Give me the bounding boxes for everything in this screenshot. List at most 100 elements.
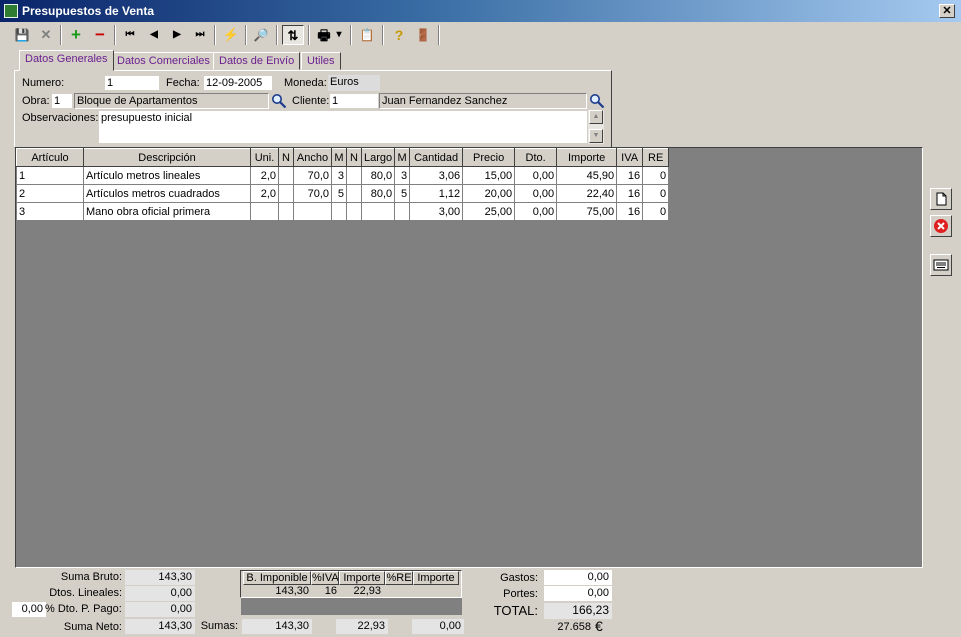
table-row[interactable]: 2 Artículos metros cuadrados 2,0 70,0 5 80,0 5… [16,184,670,203]
cliente-search-icon[interactable] [589,93,605,109]
numero-field[interactable]: 1 [104,75,160,91]
save-icon[interactable]: 💾 [11,25,33,45]
table-cell[interactable] [346,202,362,221]
table-cell[interactable]: 2 [16,184,84,203]
table-cell[interactable]: 15,00 [462,166,516,185]
tab-datos-comerciales[interactable]: Datos Comerciales [111,52,216,70]
table-cell[interactable]: 20,00 [462,184,516,203]
table-cell[interactable]: 3 [16,202,84,221]
table-cell[interactable]: Artículos metros cuadrados [83,184,251,203]
help-icon[interactable]: ? [388,25,410,45]
tab-utiles[interactable]: Utiles [301,52,341,70]
first-record-icon[interactable]: ⏮ [119,25,141,45]
table-cell[interactable]: 1 [16,166,84,185]
table-cell[interactable]: 16 [616,184,644,203]
table-cell[interactable]: 0 [642,166,670,185]
table-cell[interactable]: 80,0 [360,166,396,185]
delete-button[interactable] [930,215,952,237]
column-header[interactable]: N [346,148,362,167]
table-cell[interactable] [346,166,362,185]
table-cell[interactable]: 0,00 [514,202,558,221]
table-cell[interactable] [293,202,332,221]
column-header[interactable]: RE [642,148,670,167]
table-cell[interactable]: 2,0 [250,166,279,185]
observaciones-scrollbar[interactable]: ▲ ▼ [588,110,604,144]
table-cell[interactable]: 22,40 [556,184,618,203]
table-cell[interactable]: 25,00 [462,202,516,221]
table-cell[interactable] [278,166,294,185]
table-cell[interactable]: 0 [642,184,670,203]
table-cell[interactable]: 0 [642,202,670,221]
table-row[interactable]: 3 Mano obra oficial primera 3,00 25,00 0,00 7… [16,202,670,221]
table-cell[interactable] [346,184,362,203]
table-cell[interactable]: 1,12 [409,184,464,203]
column-header[interactable]: Descripción [83,148,251,167]
column-header[interactable]: N [278,148,294,167]
table-cell[interactable]: 3,06 [409,166,464,185]
column-header[interactable]: M [394,148,411,167]
table-row[interactable]: 1 Artículo metros lineales 2,0 70,0 3 80,0 3 3,… [16,166,670,185]
table-cell[interactable]: 3 [394,166,411,185]
scroll-up-icon[interactable]: ▲ [589,110,603,124]
column-header[interactable]: Cantidad [409,148,464,167]
table-cell[interactable]: 70,0 [293,184,332,203]
table-cell[interactable]: 80,0 [360,184,396,203]
column-header[interactable]: Precio [462,148,516,167]
scroll-down-icon[interactable]: ▼ [589,129,603,143]
table-cell[interactable] [250,202,279,221]
table-cell[interactable]: 75,00 [556,202,618,221]
column-header[interactable]: Largo [360,148,396,167]
gastos-field[interactable]: 0,00 [544,570,612,585]
copy-icon[interactable]: 📋 [356,25,378,45]
table-cell[interactable] [394,202,411,221]
table-cell[interactable]: 3 [331,166,347,185]
print-menu-chevron-down-icon[interactable]: ▾ [333,25,345,45]
table-cell[interactable]: 0,00 [514,166,558,185]
moneda-field[interactable]: Euros [328,75,380,91]
table-cell[interactable] [360,202,396,221]
next-record-icon[interactable]: ▶ [166,25,188,45]
column-header[interactable]: M [331,148,347,167]
keyboard-button[interactable] [930,254,952,276]
binoculars-icon[interactable]: 🔎 [250,25,272,45]
tab-datos-generales[interactable]: Datos Generales [19,50,114,71]
obra-code-field[interactable]: 1 [51,93,73,109]
table-cell[interactable] [331,202,347,221]
table-cell[interactable]: 2,0 [250,184,279,203]
obra-search-icon[interactable] [271,93,287,109]
observaciones-textarea[interactable]: presupuesto inicial [98,110,588,144]
add-icon[interactable]: + [65,25,87,45]
lightning-icon[interactable]: ⚡ [220,25,242,45]
obra-name-field[interactable]: Bloque de Apartamentos [74,93,269,109]
close-button[interactable]: ✕ [939,4,955,18]
sort-icon[interactable]: ⇅ [282,25,304,45]
table-cell[interactable]: 5 [331,184,347,203]
table-cell[interactable] [278,184,294,203]
cancel-icon[interactable]: ✕ [35,25,57,45]
column-header[interactable]: Uni. [250,148,279,167]
table-cell[interactable] [278,202,294,221]
remove-icon[interactable]: − [89,25,111,45]
table-cell[interactable]: Mano obra oficial primera [83,202,251,221]
last-record-icon[interactable]: ⏭ [189,25,211,45]
column-header[interactable]: Artículo [16,148,84,167]
table-cell[interactable]: 16 [616,202,644,221]
table-cell[interactable]: Artículo metros lineales [83,166,251,185]
fecha-field[interactable]: 12-09-2005 [203,75,273,91]
table-cell[interactable]: 16 [616,166,644,185]
table-cell[interactable]: 0,00 [514,184,558,203]
dto-pago-pct-field[interactable]: 0,00 [12,602,46,617]
column-header[interactable]: Ancho [293,148,332,167]
column-header[interactable]: IVA [616,148,644,167]
column-header[interactable]: Dto. [514,148,558,167]
column-header[interactable]: Importe [556,148,618,167]
table-cell[interactable]: 5 [394,184,411,203]
portes-field[interactable]: 0,00 [544,586,612,601]
cliente-name-field[interactable]: Juan Fernandez Sanchez [379,93,587,109]
exit-door-icon[interactable]: 🚪 [412,25,434,45]
printer-icon[interactable]: 🖶 [313,25,335,45]
cliente-code-field[interactable]: 1 [329,93,379,109]
table-cell[interactable]: 45,90 [556,166,618,185]
tab-datos-envio[interactable]: Datos de Envío [213,52,301,70]
table-cell[interactable]: 70,0 [293,166,332,185]
